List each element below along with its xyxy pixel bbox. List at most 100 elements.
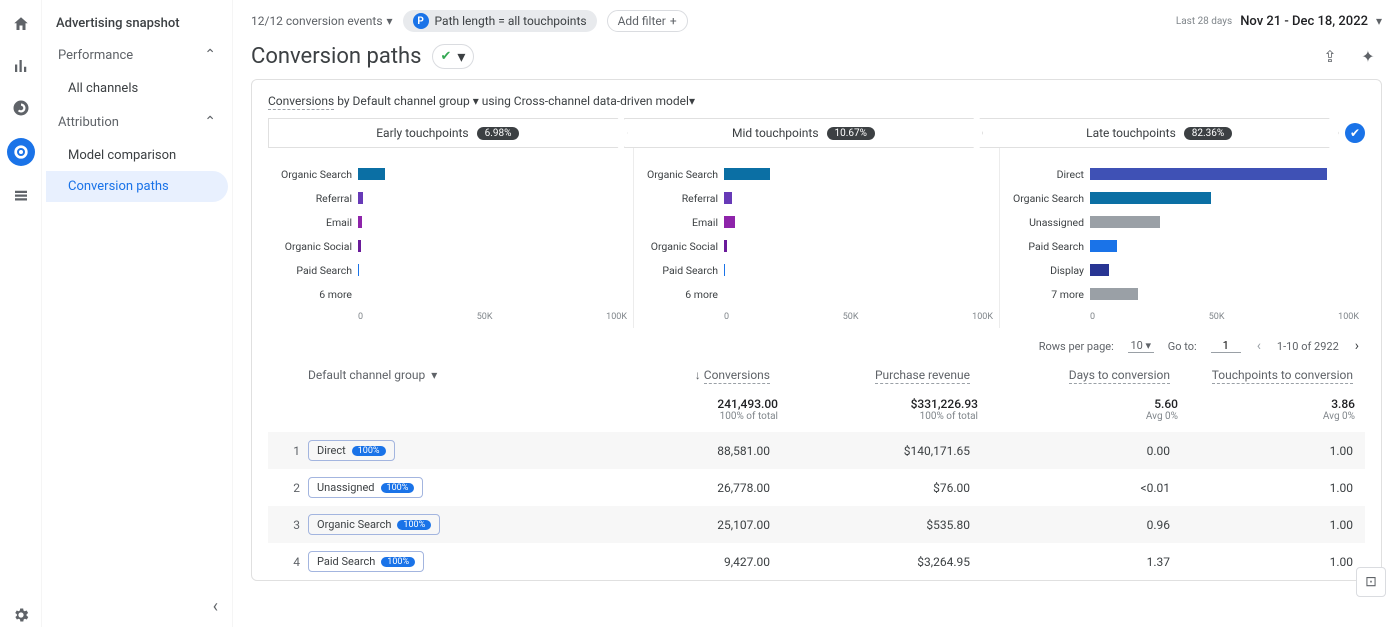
stage-late[interactable]: Late touchpoints 82.36% bbox=[979, 118, 1339, 148]
path-length-filter-pill[interactable]: P Path length = all touchpoints bbox=[403, 10, 597, 32]
bar[interactable] bbox=[1090, 168, 1327, 180]
prev-page-icon[interactable]: ‹ bbox=[1255, 338, 1263, 354]
home-icon[interactable] bbox=[9, 12, 33, 36]
channel-chip[interactable]: Paid Search 100% bbox=[308, 551, 424, 572]
bar[interactable] bbox=[724, 168, 770, 180]
table-row[interactable]: 3Organic Search 100%25,107.00$535.800.96… bbox=[268, 506, 1365, 543]
channel-chip[interactable]: Direct 100% bbox=[308, 440, 395, 461]
left-nav-rail bbox=[0, 0, 42, 627]
bar-row: Organic Search bbox=[274, 162, 627, 186]
pct-badge: 100% bbox=[397, 520, 431, 530]
page-range: 1-10 of 2922 bbox=[1277, 340, 1339, 353]
rows-per-page-select[interactable]: 10 ▾ bbox=[1128, 339, 1154, 353]
stage-early[interactable]: Early touchpoints 6.98% bbox=[268, 118, 628, 148]
sidebar-item-model-comparison[interactable]: Model comparison bbox=[46, 140, 228, 171]
bar[interactable] bbox=[724, 264, 725, 276]
sidebar-section-performance[interactable]: Performance ⌃ bbox=[46, 37, 228, 73]
collapse-sidebar-icon[interactable]: ‹ bbox=[213, 596, 218, 617]
sidebar-section-attribution[interactable]: Attribution ⌃ bbox=[46, 104, 228, 140]
bar[interactable] bbox=[358, 216, 362, 228]
bar[interactable] bbox=[1090, 240, 1117, 252]
chevron-up-icon: ⌃ bbox=[204, 114, 216, 130]
bar-row: Unassigned bbox=[1006, 210, 1359, 234]
bar-row: Paid Search bbox=[274, 258, 627, 282]
attribution-label: Attribution bbox=[58, 115, 119, 130]
insights-icon[interactable]: ✦ bbox=[1354, 47, 1382, 66]
early-pct-badge: 6.98% bbox=[477, 127, 520, 140]
explore-icon[interactable] bbox=[9, 96, 33, 120]
goto-input[interactable] bbox=[1211, 339, 1241, 353]
bar-label: Email bbox=[274, 216, 352, 229]
bar-label: Organic Social bbox=[640, 240, 718, 253]
bar-label: Email bbox=[640, 216, 718, 229]
bar-row: Referral bbox=[640, 186, 993, 210]
advertising-icon[interactable] bbox=[7, 138, 35, 166]
chevron-up-icon: ⌃ bbox=[204, 47, 216, 63]
feedback-icon[interactable]: ⊡ bbox=[1356, 567, 1386, 597]
bar[interactable] bbox=[724, 216, 735, 228]
next-page-icon[interactable]: › bbox=[1353, 338, 1361, 354]
caret-down-icon[interactable]: ▾ bbox=[470, 94, 479, 108]
bar[interactable] bbox=[724, 192, 732, 204]
bar-row: Organic Search bbox=[640, 162, 993, 186]
share-icon[interactable]: ⇪ bbox=[1316, 47, 1344, 66]
col-conversions[interactable]: ↓ Conversions bbox=[578, 368, 778, 382]
bar-label: Organic Search bbox=[274, 168, 352, 181]
bar-label: 6 more bbox=[274, 288, 352, 301]
bar[interactable] bbox=[1090, 264, 1109, 276]
pct-badge: 100% bbox=[381, 557, 415, 567]
stage-confirm-icon[interactable]: ✔ bbox=[1345, 123, 1365, 143]
bar-row: Email bbox=[274, 210, 627, 234]
table-pagination-controls: Rows per page: 10 ▾ Go to: ‹ 1-10 of 292… bbox=[268, 328, 1365, 360]
table-row[interactable]: 1Direct 100%88,581.00$140,171.650.001.00 bbox=[268, 432, 1365, 469]
col-days[interactable]: Days to conversion bbox=[978, 368, 1178, 382]
bar-row: Email bbox=[640, 210, 993, 234]
data-quality-badge[interactable]: ✔ ▾ bbox=[432, 44, 475, 69]
caret-down-icon: ▾ bbox=[457, 47, 465, 66]
sidebar-item-all-channels[interactable]: All channels bbox=[46, 73, 228, 104]
configure-icon[interactable] bbox=[9, 184, 33, 208]
mid-pct-badge: 10.67% bbox=[827, 127, 875, 140]
sidebar-title[interactable]: Advertising snapshot bbox=[46, 10, 228, 37]
channel-chip[interactable]: Unassigned 100% bbox=[308, 477, 423, 498]
bar-label: Referral bbox=[274, 192, 352, 205]
admin-gear-icon[interactable] bbox=[9, 603, 33, 627]
goto-label: Go to: bbox=[1168, 340, 1197, 353]
bar[interactable] bbox=[1090, 192, 1211, 204]
bar-row: 6 more bbox=[640, 282, 993, 306]
bar[interactable] bbox=[358, 264, 359, 276]
title-bar: Conversion paths ✔ ▾ ⇪ ✦ bbox=[251, 40, 1382, 79]
caret-down-icon[interactable]: ▾ bbox=[689, 94, 695, 108]
table-row[interactable]: 2Unassigned 100%26,778.00$76.00<0.011.00 bbox=[268, 469, 1365, 506]
bar[interactable] bbox=[1090, 288, 1138, 300]
col-channel-group[interactable]: Default channel group ▾ bbox=[308, 368, 578, 382]
sidebar-item-conversion-paths[interactable]: Conversion paths bbox=[46, 171, 228, 202]
conversion-table: Default channel group ▾ ↓ Conversions Pu… bbox=[268, 360, 1365, 580]
bar-row: 7 more bbox=[1006, 282, 1359, 306]
bar-label: Display bbox=[1006, 264, 1084, 277]
bar[interactable] bbox=[358, 192, 363, 204]
main-panel: 12/12 conversion events ▾ P Path length … bbox=[232, 0, 1400, 627]
bar[interactable] bbox=[724, 240, 727, 252]
bar[interactable] bbox=[358, 168, 385, 180]
bar[interactable] bbox=[358, 240, 361, 252]
conversion-events-dropdown[interactable]: 12/12 conversion events ▾ bbox=[251, 14, 393, 28]
bar-label: 7 more bbox=[1006, 288, 1084, 301]
pct-badge: 100% bbox=[381, 483, 415, 493]
caret-down-icon: ▾ bbox=[387, 14, 393, 28]
stage-mid[interactable]: Mid touchpoints 10.67% bbox=[624, 118, 984, 148]
x-axis: 050K100K bbox=[640, 306, 993, 322]
bar-label: Paid Search bbox=[274, 264, 352, 277]
conversions-link[interactable]: Conversions bbox=[268, 94, 334, 110]
col-revenue[interactable]: Purchase revenue bbox=[778, 368, 978, 382]
reports-icon[interactable] bbox=[9, 54, 33, 78]
date-range-picker[interactable]: Last 28 days Nov 21 - Dec 18, 2022 ▾ bbox=[1176, 14, 1382, 29]
bar[interactable] bbox=[1090, 216, 1160, 228]
channel-chip[interactable]: Organic Search 100% bbox=[308, 514, 440, 535]
add-filter-button[interactable]: Add filter + bbox=[607, 10, 688, 32]
col-touchpoints[interactable]: Touchpoints to conversion bbox=[1178, 368, 1361, 382]
bar-label: Paid Search bbox=[1006, 240, 1084, 253]
bar-chart: Organic SearchReferral Email Organic Socia… bbox=[634, 148, 1000, 328]
bar-row: Organic Search bbox=[1006, 186, 1359, 210]
table-row[interactable]: 4Paid Search 100%9,427.00$3,264.951.371.… bbox=[268, 543, 1365, 580]
